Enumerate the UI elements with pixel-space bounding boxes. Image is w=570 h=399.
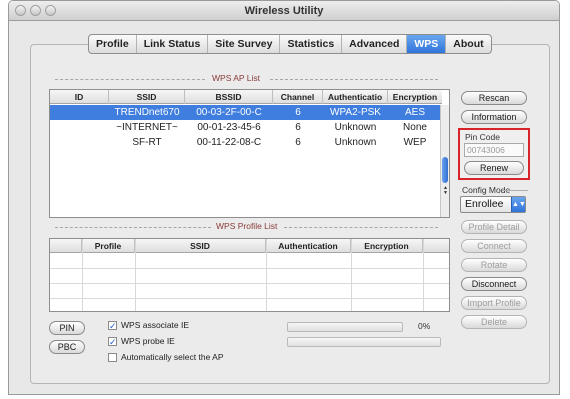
separator-line (55, 79, 205, 80)
connect-button[interactable]: Connect (461, 239, 527, 253)
column-header-authentication[interactable]: Authenticatio (323, 90, 388, 104)
table-row[interactable] (50, 254, 449, 269)
title-bar: Wireless Utility (9, 1, 559, 21)
column-header-blank (50, 239, 82, 253)
tab-link-status[interactable]: Link Status (137, 35, 209, 53)
column-header-blank (423, 239, 449, 253)
table-row[interactable] (50, 269, 449, 284)
checkmark-icon[interactable]: ✓ (108, 336, 117, 346)
wireless-utility-window: Wireless Utility Profile Link Status Sit… (8, 0, 560, 395)
scrollbar-thumb[interactable] (442, 157, 448, 183)
pin-code-field: 00743006 (464, 143, 524, 157)
column-header-ssid[interactable]: SSID (109, 90, 185, 104)
delete-button[interactable]: Delete (461, 315, 527, 329)
cell-encryption: WEP (403, 137, 427, 148)
table-row[interactable]: TRENDnet670 00-03-2F-00-C 6 WPA2-PSK AES (50, 105, 442, 120)
cell-bssid: 00-01-23-45-6 (197, 122, 261, 133)
tab-profile[interactable]: Profile (89, 35, 137, 53)
config-mode-select[interactable]: Enrollee ▲▼ (460, 196, 526, 213)
config-mode-value: Enrollee (465, 198, 504, 210)
cell-channel: 6 (295, 137, 301, 148)
wps-ap-list-table[interactable]: ID SSID BSSID Channel Authenticatio Encr… (49, 89, 450, 218)
separator-line (270, 79, 438, 80)
tab-bar: Profile Link Status Site Survey Statisti… (88, 34, 492, 54)
pin-code-group: Pin Code 00743006 Renew (458, 128, 530, 180)
profile-list-section-label: WPS Profile List (216, 221, 278, 231)
ap-list-scrollbar[interactable]: ▲ ▼ (440, 105, 449, 217)
cell-id (50, 105, 109, 120)
wps-status-field (287, 337, 441, 347)
cell-encryption: AES (404, 107, 425, 118)
rotate-button[interactable]: Rotate (461, 258, 527, 272)
column-header-authentication[interactable]: Authentication (266, 239, 351, 253)
disconnect-button[interactable]: Disconnect (461, 277, 527, 291)
tab-advanced[interactable]: Advanced (342, 35, 408, 53)
checkbox-empty[interactable] (108, 352, 117, 362)
ap-list-section-label: WPS AP List (212, 73, 261, 83)
cell-authentication: WPA2-PSK (330, 107, 381, 118)
wps-progress-percent: 0% (418, 321, 431, 331)
auto-select-ap-label: Automatically select the AP (121, 352, 224, 362)
rescan-button[interactable]: Rescan (461, 91, 527, 105)
table-row[interactable] (50, 299, 449, 311)
column-header-bssid[interactable]: BSSID (185, 90, 273, 104)
table-row[interactable]: ~INTERNET~ 00-01-23-45-6 6 Unknown None (50, 120, 442, 135)
tab-statistics[interactable]: Statistics (280, 35, 343, 53)
import-profile-button[interactable]: Import Profile (461, 296, 527, 310)
column-header-encryption[interactable]: Encryption (351, 239, 423, 253)
cell-ssid: ~INTERNET~ (116, 122, 178, 133)
cell-authentication: Unknown (334, 137, 377, 148)
renew-button[interactable]: Renew (464, 161, 524, 175)
cell-authentication: Unknown (334, 122, 377, 133)
wps-panel: WPS AP List ID SSID BSSID Channel Authen… (30, 44, 550, 384)
wps-probe-ie-checkbox[interactable]: ✓ WPS probe IE (108, 336, 175, 346)
auto-select-ap-checkbox[interactable]: Automatically select the AP (108, 352, 224, 362)
cell-ssid: TRENDnet670 (114, 107, 180, 118)
wps-associate-ie-label: WPS associate IE (121, 320, 190, 330)
chevron-updown-icon[interactable]: ▲▼ (511, 197, 526, 212)
cell-bssid: 00-03-2F-00-C (196, 107, 262, 118)
cell-ssid: SF-RT (132, 137, 162, 148)
config-mode-divider (502, 190, 528, 191)
wps-associate-ie-checkbox[interactable]: ✓ WPS associate IE (108, 320, 189, 330)
ap-list-header: ID SSID BSSID Channel Authenticatio Encr… (50, 90, 442, 104)
profile-list-header: Profile SSID Authentication Encryption (50, 239, 449, 253)
window-title: Wireless Utility (244, 5, 324, 17)
scroll-arrows-icon[interactable]: ▲ ▼ (443, 186, 448, 196)
wps-profile-list-table[interactable]: Profile SSID Authentication Encryption (49, 238, 450, 312)
table-row[interactable] (50, 284, 449, 299)
column-header-profile[interactable]: Profile (82, 239, 135, 253)
separator-line (55, 227, 211, 228)
separator-line (284, 227, 438, 228)
column-header-encryption[interactable]: Encryption (388, 90, 442, 104)
cell-encryption: None (403, 122, 427, 133)
wps-probe-ie-label: WPS probe IE (121, 336, 175, 346)
table-row[interactable]: SF-RT 00-11-22-08-C 6 Unknown WEP (50, 135, 442, 150)
checkmark-icon[interactable]: ✓ (108, 320, 117, 330)
pin-button[interactable]: PIN (49, 321, 85, 335)
cell-channel: 6 (295, 107, 301, 118)
column-header-channel[interactable]: Channel (273, 90, 323, 104)
column-header-ssid[interactable]: SSID (135, 239, 266, 253)
cell-bssid: 00-11-22-08-C (196, 137, 262, 148)
information-button[interactable]: Information (461, 110, 527, 124)
cell-id (50, 135, 109, 150)
cell-channel: 6 (295, 122, 301, 133)
profile-detail-button[interactable]: Profile Detail (461, 220, 527, 234)
pbc-button[interactable]: PBC (49, 340, 85, 354)
wps-progress-bar (287, 322, 403, 332)
tab-site-survey[interactable]: Site Survey (208, 35, 281, 53)
pin-code-label: Pin Code (465, 132, 500, 142)
column-header-id[interactable]: ID (50, 90, 109, 104)
tab-about[interactable]: About (446, 35, 490, 53)
cell-id (50, 120, 109, 135)
tab-wps[interactable]: WPS (407, 35, 447, 53)
